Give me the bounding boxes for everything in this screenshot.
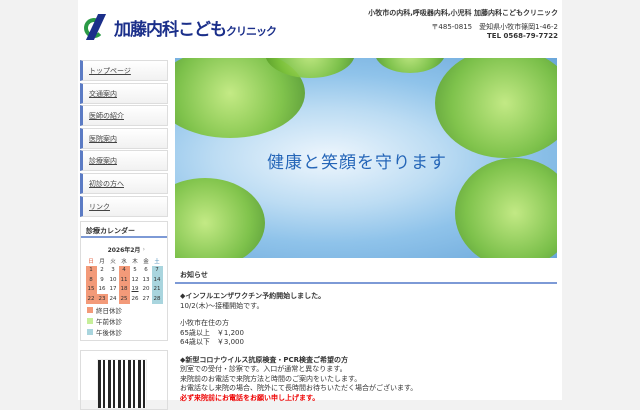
news-line: 小牧市在住の方 <box>180 319 229 327</box>
weekday-header: 日 <box>88 258 94 265</box>
news-line: 65歳以上 ￥1,200 <box>180 328 244 337</box>
calendar-day: 18 <box>118 284 130 294</box>
calendar-day: 11 <box>118 275 130 285</box>
calendar-day: 15 <box>85 284 97 294</box>
hero-slogan: 健康と笑顔を守ります <box>267 153 447 173</box>
calendar-day: 6 <box>144 267 148 274</box>
legend-label: 終日休診 <box>96 307 122 315</box>
legend-item: 終日休診 <box>87 306 167 315</box>
weekday-header: 水 <box>121 258 127 265</box>
legend-item: 午後休診 <box>87 328 167 337</box>
weekday-header: 月 <box>99 258 105 265</box>
menu-item[interactable]: 医院案内 <box>80 127 168 149</box>
calendar-day: 25 <box>118 294 130 304</box>
menu-item[interactable]: 初診の方へ <box>80 172 168 194</box>
menu-item[interactable]: 交通案内 <box>80 82 168 104</box>
calendar-panel: 診療カレンダー 2026年2月 › 日月火水木金土 1 2 3 4 5 6 7 8 9 10 11 12… <box>80 221 168 341</box>
legend-label: 午後休診 <box>96 329 122 337</box>
legend-swatch <box>87 329 93 335</box>
calendar-day: 19 <box>131 286 139 293</box>
menu-item[interactable]: 診療案内 <box>80 150 168 172</box>
calendar-day: 27 <box>142 295 150 302</box>
calendar-table: 日月火水木金土 1 2 3 4 5 6 7 8 9 10 11 12 13 14 15 16 17 18 19 20 21… <box>85 256 163 304</box>
news-line: ◆新型コロナウイルス抗原検査・PCR検査ご希望の方 <box>180 355 349 364</box>
menu-item[interactable]: リンク <box>80 195 168 217</box>
calendar-day: 9 <box>100 276 104 283</box>
calendar-day: 8 <box>85 275 97 285</box>
news-line: お電話なし来院の場合、院外にて長時間お待ちいただく場合がございます。 <box>180 384 418 392</box>
calendar-day: 28 <box>151 294 163 304</box>
calendar-day: 1 <box>85 265 97 275</box>
calendar-day: 24 <box>109 295 117 302</box>
calendar-day: 17 <box>109 286 117 293</box>
weekday-header: 土 <box>154 258 160 265</box>
calendar-next-button[interactable]: › <box>143 246 145 253</box>
calendar-day: 12 <box>131 276 139 283</box>
weekday-header: 火 <box>110 258 116 265</box>
news-line: 別室での受付・診察です。入口が通常と異なります。 <box>180 365 347 373</box>
news-line <box>180 348 555 356</box>
qr-code <box>97 359 147 409</box>
clinic-logo[interactable]: 加藤内科こどもクリニック <box>82 14 277 40</box>
calendar-day: 10 <box>109 276 117 283</box>
news-line: 64歳以下 ￥3,000 <box>180 338 244 346</box>
news-content: ◆インフルエンザワクチン予約開始しました。 10/2(木)〜接種開始です。 小牧市在… <box>180 292 555 403</box>
logo-mark-icon <box>82 14 112 40</box>
logo-text: 加藤内科こどもクリニック <box>114 15 277 40</box>
legend-item: 午前休診 <box>87 317 167 326</box>
side-menu: トップページ 交通案内 医師の紹介 医院案内 診療案内 初診の方へ リンク <box>80 60 168 218</box>
calendar-day: 3 <box>111 267 115 274</box>
calendar-day: 14 <box>151 275 163 285</box>
legend-swatch <box>87 307 93 313</box>
calendar-day: 26 <box>131 295 139 302</box>
news-line <box>180 311 555 319</box>
legend-swatch <box>87 318 93 324</box>
calendar-day: 16 <box>98 286 106 293</box>
news-line: 10/2(木)〜接種開始です。 <box>180 301 264 310</box>
news-title: お知らせ <box>175 266 557 284</box>
logo-text-small: クリニック <box>226 24 277 38</box>
news-line: 来院前のお電話で来院方法と時間のご案内をいたします。 <box>180 374 362 383</box>
menu-item[interactable]: 医師の紹介 <box>80 105 168 127</box>
page: 加藤内科こどもクリニック 小牧市の内科,呼吸器内科,小児科 加藤内科こどもクリニ… <box>78 0 562 410</box>
address: 〒485-0815 愛知県小牧市篠岡1-46-2 <box>431 23 558 31</box>
calendar-day: 4 <box>118 265 130 275</box>
calendar-title: 診療カレンダー <box>81 222 167 238</box>
calendar-day: 20 <box>142 286 150 293</box>
telephone: TEL 0568-79-7722 <box>487 32 558 40</box>
calendar-day: 22 <box>85 294 97 304</box>
legend-label: 午前休診 <box>96 318 122 326</box>
weekday-header: 金 <box>143 258 149 265</box>
calendar-month: 2026年2月 <box>107 247 141 254</box>
calendar-day: 21 <box>151 284 163 294</box>
news-line: 必ず来院前にお電話をお願い申し上げます。 <box>180 393 320 402</box>
qr-panel <box>80 350 168 410</box>
hero-image: 健康と笑顔を守ります <box>175 58 557 258</box>
calendar-day: 13 <box>142 276 150 283</box>
logo-text-main: 加藤内科こども <box>114 19 227 40</box>
weekday-header: 木 <box>132 258 138 265</box>
calendar-day: 5 <box>133 267 137 274</box>
tagline: 小牧市の内科,呼吸器内科,小児科 加藤内科こどもクリニック <box>368 9 558 17</box>
calendar-day: 2 <box>100 267 104 274</box>
menu-item[interactable]: トップページ <box>80 60 168 81</box>
news-line: ◆インフルエンザワクチン予約開始しました。 <box>180 292 326 300</box>
calendar-day: 7 <box>151 265 163 275</box>
calendar-day: 23 <box>96 294 108 304</box>
